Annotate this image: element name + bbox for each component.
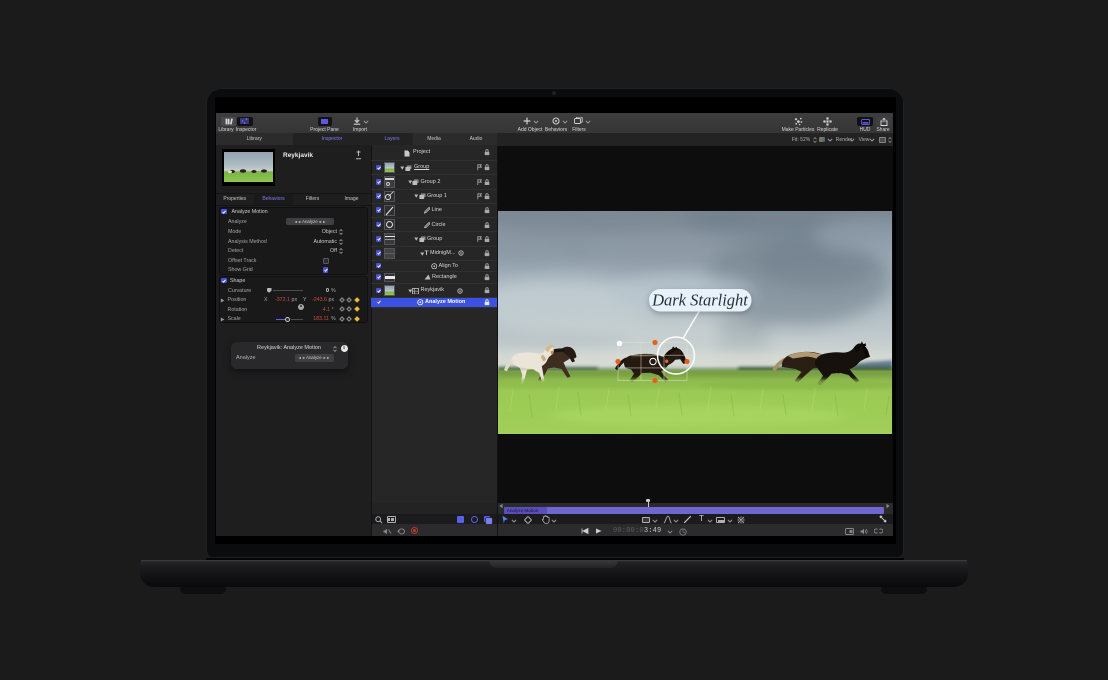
svg-text:Dark Starlight: Dark Starlight <box>651 291 748 310</box>
